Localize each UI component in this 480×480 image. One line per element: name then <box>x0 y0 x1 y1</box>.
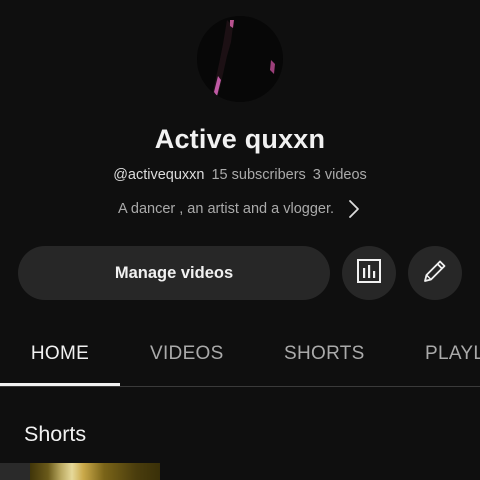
manage-videos-button[interactable]: Manage videos <box>18 246 330 300</box>
avatar-image <box>197 16 283 102</box>
analytics-button[interactable] <box>342 246 396 300</box>
edit-channel-button[interactable] <box>408 246 462 300</box>
shorts-section-title: Shorts <box>24 422 87 446</box>
short-thumbnail[interactable] <box>0 463 160 480</box>
analytics-icon <box>356 258 382 289</box>
subscriber-count: 15 subscribers <box>211 167 306 183</box>
active-tab-indicator <box>0 383 120 386</box>
tab-shorts[interactable]: SHORTS <box>284 322 365 385</box>
tab-videos[interactable]: VIDEOS <box>150 322 224 385</box>
pencil-icon <box>421 257 449 290</box>
channel-tabs: HOME VIDEOS SHORTS PLAYLISTS <box>0 322 480 387</box>
tab-playlists[interactable]: PLAYLISTS <box>425 322 480 385</box>
channel-avatar[interactable] <box>197 16 283 102</box>
channel-name: Active quxxn <box>154 124 326 154</box>
video-count: 3 videos <box>312 167 367 183</box>
channel-description: A dancer , an artist and a vlogger. <box>117 201 335 217</box>
tab-home[interactable]: HOME <box>0 322 120 385</box>
channel-description-row[interactable]: A dancer , an artist and a vlogger. <box>0 198 480 220</box>
chevron-right-icon <box>346 199 362 219</box>
channel-meta: @activequxxn 15 subscribers 3 videos <box>0 167 480 183</box>
thumbnail-frame-edge <box>0 463 30 480</box>
channel-handle: @activequxxn <box>113 167 205 183</box>
